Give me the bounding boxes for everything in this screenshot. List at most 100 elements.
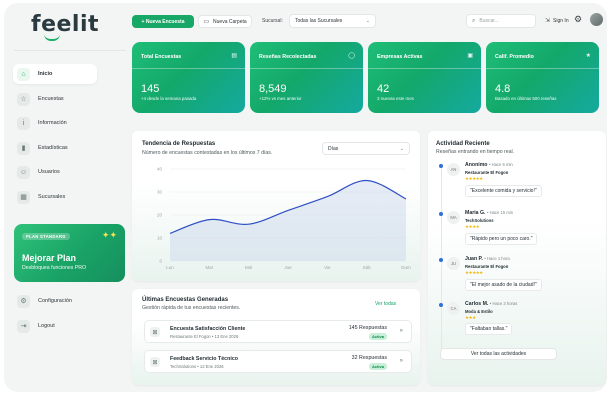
status-badge: Activa [368, 333, 387, 340]
activity-place: TechSolutions [465, 218, 494, 223]
chevron-down-icon: ⌄ [399, 146, 404, 152]
new-folder-label: Nueva Carpeta [213, 18, 247, 25]
sidebar-item-usuarios[interactable]: ☺ Usuarios [13, 162, 97, 182]
review-quote: "Faltaban tallas." [465, 323, 513, 335]
avatar: AN [447, 163, 460, 176]
x-tick-label: Vie [324, 265, 331, 270]
briefcase-icon: ▣ [467, 53, 473, 59]
sidebar-item-sucursales[interactable]: ▦ Sucursales [13, 187, 97, 207]
survey-icon: ⊠ [150, 357, 160, 367]
sidebar-item-label: Sucursales [38, 194, 66, 200]
view-all-surveys-link[interactable]: Ver todas [375, 301, 396, 307]
sidebar-item-configuracion[interactable]: ⚙ Configuración [13, 291, 97, 311]
survey-name: Encuesta Satisfacción Cliente [170, 326, 246, 332]
trend-title: Tendencia de Respuestas [142, 141, 216, 147]
sign-in-button[interactable]: ⇲ Sign In [545, 17, 569, 25]
user-avatar[interactable] [590, 13, 603, 26]
survey-meta: TechSolutions • 12 Ene 2026 [170, 364, 224, 369]
x-tick-label: Lun [166, 265, 174, 270]
info-icon: i [17, 116, 30, 130]
sidebar-item-estadisticas[interactable]: ▮ Estadísticas [13, 138, 97, 158]
chevron-down-icon: ⌄ [365, 18, 370, 24]
promo-title: Mejorar Plan [22, 253, 77, 263]
branch-label: Sucursal: [262, 18, 283, 24]
survey-row[interactable]: ⊠ Feedback Servicio Técnico TechSolution… [144, 350, 412, 373]
sparkle-icon: ✦✦ [101, 230, 117, 240]
upgrade-plan-card[interactable]: PLAN STANDARD ✦✦ Mejorar Plan Desbloquea… [14, 224, 125, 282]
stat-title: Calif. Promedio [495, 54, 534, 60]
x-tick-label: Sáb [363, 265, 372, 270]
stat-card-empresas: Empresas Activas ▣ 42 3 nuevas este mes [368, 42, 481, 113]
trend-chart: 0 10 20 30 40 Lun Mar Mié Jue Vie Sáb Dom [157, 167, 411, 271]
stat-subtext: +4 desde la semana pasada [141, 96, 197, 101]
stat-title: Empresas Activas [377, 54, 423, 60]
avatar: JU [447, 257, 460, 270]
rating-stars: ★★★★★ [465, 176, 483, 181]
stat-subtext: +12% vs mes anterior [259, 96, 302, 101]
y-tick-label: 40 [157, 167, 163, 172]
new-folder-button[interactable]: ▭ Nueva Carpeta [198, 15, 252, 28]
activity-place: Restaurante El Fogon [465, 264, 509, 269]
sign-in-label: Sign In [553, 17, 569, 24]
rating-stars: ★★★★★ [465, 270, 483, 275]
chart-icon: ▮ [17, 141, 30, 155]
activity-author: Juan P. • Hace 1 hora [465, 256, 510, 262]
logo-smile-mark [44, 34, 60, 41]
sidebar-item-label: Configuración [38, 298, 72, 304]
latest-title: Últimas Encuestas Generadas [142, 297, 229, 303]
activity-place: Moda & Estilo [465, 309, 493, 314]
review-quote: "El mejor asado de la ciudad!" [465, 279, 542, 291]
survey-count: 32 Respuestas [351, 355, 387, 361]
sidebar-item-label: Estadísticas [38, 145, 68, 151]
survey-icon: ⊠ [150, 327, 160, 337]
stat-card-total-encuestas: Total Encuestas ▤ 145 +4 desde la semana… [132, 42, 245, 113]
home-icon: ⌂ [17, 67, 30, 81]
logo: feelit [31, 12, 100, 37]
trend-subtitle: Número de encuestas contestadas en los ú… [142, 150, 273, 156]
stat-value: 4.8 [495, 83, 511, 95]
view-all-activity-button[interactable]: Ver todas las actividades [440, 348, 557, 360]
branch-select[interactable]: Todas las Sucursales ⌄ [289, 14, 376, 28]
review-quote: "Excelente comida y servicio!" [465, 185, 542, 197]
stat-value: 42 [377, 83, 390, 95]
branch-value: Todas las Sucursales [295, 18, 343, 24]
rating-stars: ★★★★ [465, 224, 480, 229]
sidebar-item-label: Inicio [38, 71, 53, 77]
range-select[interactable]: Días ⌄ [322, 142, 410, 155]
sidebar-item-logout[interactable]: ⇥ Logout [13, 316, 97, 336]
y-tick-label: 10 [157, 236, 163, 241]
sidebar-item-inicio[interactable]: ⌂ Inicio [13, 64, 97, 84]
plan-badge: PLAN STANDARD [22, 233, 70, 240]
latest-subtitle: Gestión rápida de tus encuestas reciente… [142, 305, 241, 311]
stat-card-calificacion: Calif. Promedio ★ 4.8 Basado en últimas … [486, 42, 599, 113]
gear-icon: ⚙ [17, 294, 30, 308]
sidebar: feelit ⌂ Inicio ☆ Encuestas i Informació… [4, 3, 130, 392]
sidebar-item-encuestas[interactable]: ☆ Encuestas [13, 89, 97, 109]
avatar: MA [447, 211, 460, 224]
stat-card-resenas: Reseñas Recolectadas ◯ 8,549 +12% vs mes… [250, 42, 363, 113]
star-icon: ★ [585, 53, 591, 59]
range-value: Días [328, 145, 339, 152]
x-tick-label: Jue [284, 265, 292, 270]
chevron-right-icon: » [399, 328, 403, 334]
survey-count: 145 Respuestas [348, 325, 387, 331]
new-survey-button[interactable]: + Nueva Encuesta [132, 15, 194, 28]
activity-author: Anonimo • Hace 5 min [465, 162, 513, 168]
review-quote: "Rápido pero un poco caro." [465, 233, 538, 245]
search-input[interactable]: ⌕ Buscar... [466, 14, 536, 28]
survey-name: Feedback Servicio Técnico [170, 356, 239, 362]
survey-meta: Restaurante El Fogon • 13 Ene 2026 [170, 334, 239, 339]
x-tick-label: Mar [205, 265, 213, 270]
star-icon: ☆ [17, 92, 30, 106]
sidebar-item-informacion[interactable]: i Información [13, 113, 97, 133]
settings-gear-icon[interactable]: ⚙ [574, 14, 582, 25]
survey-row[interactable]: ⊠ Encuesta Satisfacción Cliente Restaura… [144, 320, 412, 343]
logout-icon: ⇥ [17, 319, 30, 333]
sidebar-item-label: Información [38, 120, 67, 126]
timeline-dot [439, 164, 443, 168]
avatar: CA [447, 302, 460, 315]
sidebar-divider [14, 50, 126, 51]
sidebar-item-label: Encuestas [38, 96, 64, 102]
sidebar-item-label: Logout [38, 323, 55, 329]
promo-subtitle: Desbloquea funciones PRO [22, 265, 87, 271]
